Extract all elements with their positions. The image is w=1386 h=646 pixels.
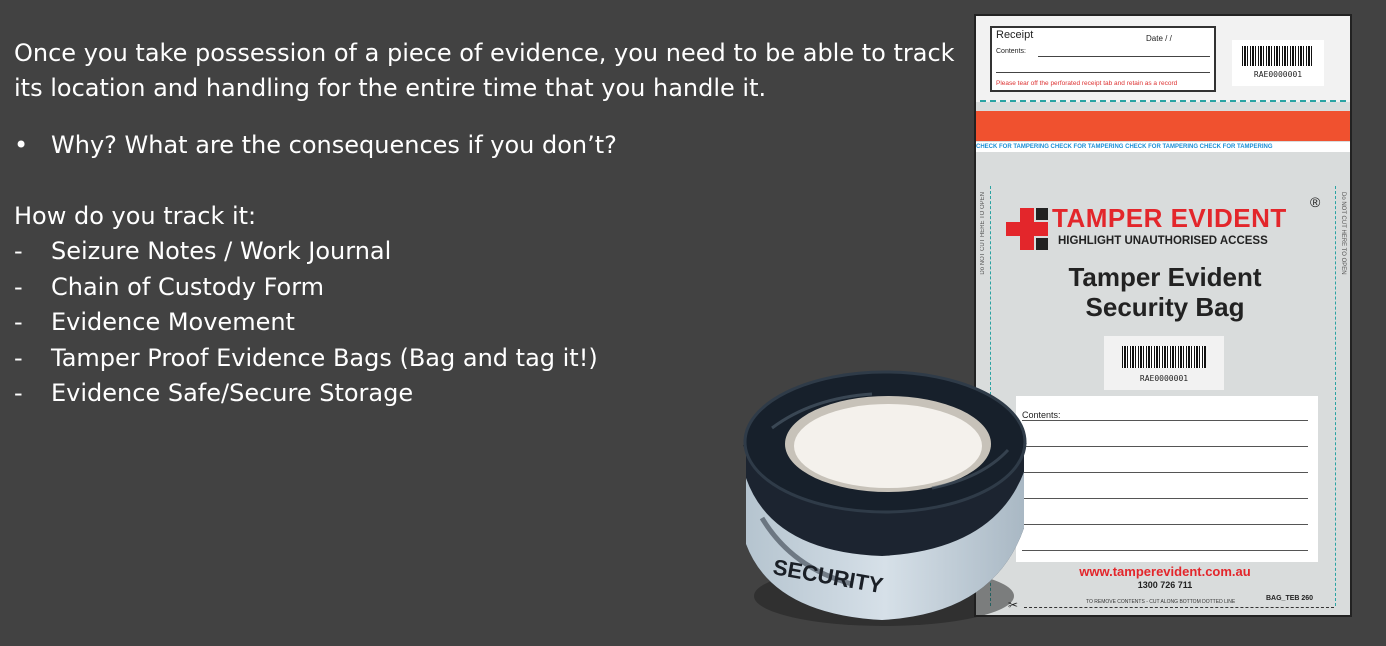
barcode-icon bbox=[1242, 46, 1314, 66]
list-item: - Chain of Custody Form bbox=[14, 270, 974, 306]
bag-barcode: RAE0000001 bbox=[1104, 336, 1224, 390]
medical-cross-logo-icon bbox=[1006, 208, 1048, 250]
list-item-text: Evidence Movement bbox=[51, 308, 295, 336]
perforation-line bbox=[980, 100, 1346, 102]
seal-band bbox=[976, 111, 1350, 141]
contents-line bbox=[1022, 420, 1308, 421]
contents-panel: Contents: bbox=[1016, 396, 1318, 562]
receipt-line bbox=[1038, 56, 1210, 57]
list-item-text: Evidence Safe/Secure Storage bbox=[51, 379, 414, 407]
barcode-icon bbox=[1122, 346, 1206, 368]
dash-marker: - bbox=[14, 308, 23, 336]
list-item-text: Chain of Custody Form bbox=[51, 272, 325, 301]
bag-title: Tamper Evident Security Bag bbox=[976, 262, 1354, 322]
brand-tagline: HIGHLIGHT UNAUTHORISED ACCESS bbox=[1058, 235, 1268, 247]
question-list: • Why? What are the consequences if you … bbox=[14, 128, 974, 163]
barcode-number: RAE0000001 bbox=[1139, 374, 1189, 383]
contents-line bbox=[1022, 446, 1308, 447]
cut-line bbox=[1024, 607, 1334, 608]
check-tampering-strip: CHECK FOR TAMPERING CHECK FOR TAMPERING … bbox=[976, 142, 1350, 152]
registered-mark: ® bbox=[1310, 194, 1321, 210]
list-item: • Why? What are the consequences if you … bbox=[14, 128, 974, 163]
receipt-note: Please tear off the perforated receipt t… bbox=[996, 80, 1178, 87]
receipt-barcode: RAE0000001 bbox=[1232, 40, 1324, 86]
bag-code: BAG_TEB 260 bbox=[1266, 595, 1314, 602]
list-item: - Seizure Notes / Work Journal bbox=[14, 234, 974, 270]
contents-line bbox=[1022, 550, 1308, 551]
security-tape-roll-image: SECURITY bbox=[743, 370, 1027, 626]
track-heading: How do you track it: bbox=[14, 202, 257, 230]
bullet-text: Why? What are the consequences if you do… bbox=[51, 131, 617, 159]
intro-paragraph: Once you take possession of a piece of e… bbox=[14, 39, 955, 102]
receipt-contents-label: Contents: bbox=[996, 48, 1026, 55]
receipt-date: Date / / bbox=[1146, 34, 1172, 43]
receipt-tab: Receipt Date / / Contents: Please tear o… bbox=[990, 26, 1216, 92]
barcode-number: RAE0000001 bbox=[1253, 70, 1303, 79]
dash-marker: - bbox=[14, 379, 23, 407]
dash-marker: - bbox=[14, 272, 23, 301]
list-item: - Evidence Movement bbox=[14, 305, 974, 341]
contents-line bbox=[1022, 472, 1308, 473]
dash-marker: - bbox=[14, 237, 23, 265]
contents-line bbox=[1022, 524, 1308, 525]
cut-instruction: TO REMOVE CONTENTS - CUT ALONG BOTTOM DO… bbox=[1086, 599, 1236, 605]
bullet-marker: • bbox=[14, 131, 29, 159]
slide-text: Once you take possession of a piece of e… bbox=[14, 36, 974, 412]
brand-name: TAMPER EVIDENT bbox=[1052, 203, 1287, 233]
receipt-title: Receipt bbox=[996, 29, 1034, 41]
list-item-text: Tamper Proof Evidence Bags (Bag and tag … bbox=[51, 343, 598, 372]
dash-marker: - bbox=[14, 343, 23, 372]
side-perforation bbox=[1335, 186, 1336, 606]
bag-title-line: Tamper Evident bbox=[1068, 262, 1262, 292]
bag-title-line: Security Bag bbox=[1085, 292, 1245, 322]
receipt-line bbox=[996, 72, 1210, 73]
list-item-text: Seizure Notes / Work Journal bbox=[51, 237, 392, 265]
contents-line bbox=[1022, 498, 1308, 499]
